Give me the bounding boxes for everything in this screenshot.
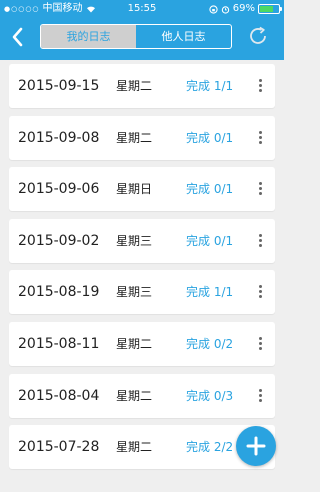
log-row[interactable]: 2015-09-02 星期三 完成 0/1 [9, 218, 275, 263]
log-weekday: 星期二 [116, 79, 153, 93]
log-row[interactable]: 2015-08-11 星期二 完成 0/2 [9, 321, 275, 366]
log-weekday: 星期二 [116, 440, 153, 455]
log-row[interactable]: 2015-08-19 星期三 完成 1/1 [9, 270, 275, 315]
back-icon[interactable] [8, 25, 28, 49]
more-vertical-icon[interactable] [259, 130, 263, 145]
log-weekday: 星期三 [116, 285, 153, 300]
more-vertical-icon[interactable] [259, 79, 263, 93]
log-status: 完成 2/2 [186, 440, 234, 455]
more-vertical-icon[interactable] [259, 388, 263, 403]
log-status: 完成 0/1 [186, 182, 234, 197]
log-weekday: 星期二 [116, 388, 153, 403]
log-status: 完成 0/3 [186, 388, 234, 403]
add-log-button[interactable] [236, 426, 276, 466]
log-list: 2015-09-15 星期二 完成 1/1 2015-09-08 星期二 完成 … [9, 64, 275, 477]
log-date: 2015-09-15 [18, 78, 100, 94]
log-date: 2015-09-06 [18, 181, 100, 198]
log-date: 2015-08-19 [18, 284, 100, 301]
log-weekday: 星期日 [116, 182, 153, 197]
log-row[interactable]: 2015-09-06 星期日 完成 0/1 [9, 167, 275, 212]
more-vertical-icon[interactable] [259, 233, 263, 248]
log-date: 2015-08-11 [18, 335, 100, 352]
more-vertical-icon[interactable] [259, 182, 263, 196]
battery-percent: 69% [232, 3, 255, 14]
plus-icon [246, 436, 266, 456]
log-status: 完成 1/1 [186, 285, 234, 300]
log-row[interactable]: 2015-09-08 星期二 完成 0/1 [9, 115, 275, 160]
more-vertical-icon[interactable] [259, 285, 263, 299]
log-date: 2015-07-28 [18, 439, 100, 456]
battery-icon [258, 4, 282, 14]
tab-my-logs[interactable]: 我的日志 [41, 25, 136, 48]
log-weekday: 星期二 [116, 130, 153, 145]
log-status: 完成 0/1 [186, 233, 234, 248]
log-status: 完成 0/1 [186, 130, 234, 145]
log-date: 2015-09-08 [18, 129, 100, 146]
log-status: 完成 1/1 [186, 79, 234, 93]
log-date: 2015-08-04 [18, 387, 100, 404]
rotation-lock-icon [209, 4, 218, 14]
status-bar: ●○○○○ 中国移动 15:55 69% [0, 0, 284, 18]
more-vertical-icon[interactable] [259, 336, 263, 351]
alarm-icon [221, 5, 229, 14]
app-header: ●○○○○ 中国移动 15:55 69% 我的日志 他人日志 [0, 0, 284, 60]
refresh-icon[interactable] [246, 24, 270, 48]
log-row[interactable]: 2015-08-04 星期二 完成 0/3 [9, 373, 275, 418]
status-right: 69% [209, 0, 282, 18]
log-tabs: 我的日志 他人日志 [40, 24, 232, 49]
log-weekday: 星期三 [116, 233, 153, 248]
log-status: 完成 0/2 [186, 336, 234, 351]
tab-others-logs[interactable]: 他人日志 [136, 25, 231, 48]
log-weekday: 星期二 [116, 336, 153, 351]
log-row[interactable]: 2015-09-15 星期二 完成 1/1 [9, 64, 275, 108]
log-date: 2015-09-02 [18, 232, 100, 249]
